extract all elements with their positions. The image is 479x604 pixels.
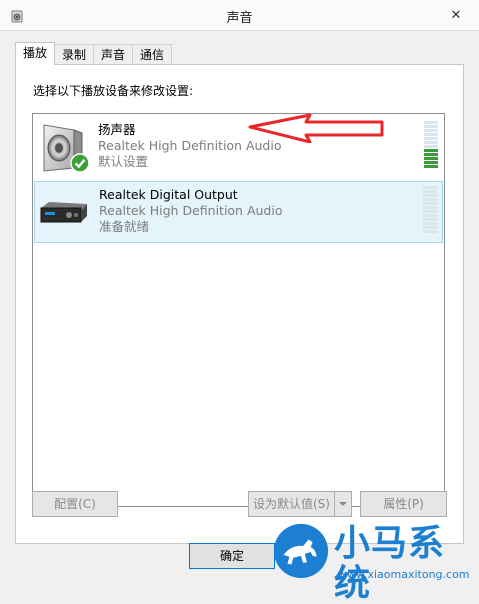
watermark-url: www.xiaomaxitong.com — [338, 568, 470, 581]
level-meter-segment — [423, 202, 437, 205]
level-meter — [424, 121, 438, 169]
chevron-down-icon — [339, 502, 347, 506]
red-arrow-annotation — [248, 113, 384, 143]
level-meter-segment — [423, 230, 437, 233]
level-meter-segment — [424, 137, 438, 140]
level-meter-segment — [423, 194, 437, 197]
tab-sounds[interactable]: 声音 — [93, 44, 134, 64]
level-meter-segment — [423, 198, 437, 201]
playback-panel: 选择以下播放设备来修改设置: 扬声器 Realtek High Definiti… — [15, 64, 464, 544]
level-meter-segment — [424, 161, 438, 164]
instruction-text: 选择以下播放设备来修改设置: — [33, 84, 194, 98]
set-default-dropdown-button[interactable] — [334, 491, 352, 517]
tab-playback[interactable]: 播放 — [15, 42, 56, 65]
tab-recording[interactable]: 录制 — [54, 44, 95, 64]
window-title: 声音 — [226, 11, 253, 26]
window-body: 播放 录制 声音 通信 选择以下播放设备来修改设置: 扬声器 Realtek H… — [0, 30, 479, 589]
device-driver: Realtek High Definition Audio — [99, 203, 283, 218]
horse-logo-icon — [273, 523, 329, 579]
level-meter-segment — [423, 226, 437, 229]
level-meter-segment — [424, 141, 438, 144]
level-meter-segment — [424, 121, 438, 124]
configure-button[interactable]: 配置(C) — [32, 491, 118, 517]
level-meter-segment — [423, 190, 437, 193]
level-meter-segment — [423, 186, 437, 189]
watermark-brand: 小马系统 — [334, 523, 446, 604]
device-name: Realtek Digital Output — [99, 187, 238, 202]
ok-button[interactable]: 确定 — [189, 543, 275, 569]
device-status: 默认设置 — [98, 154, 149, 169]
level-meter-segment — [424, 149, 438, 152]
level-meter-segment — [423, 214, 437, 217]
level-meter-segment — [424, 133, 438, 136]
level-meter-segment — [424, 153, 438, 156]
title-bar: 声音 ✕ — [0, 0, 479, 30]
device-list[interactable]: 扬声器 Realtek High Definition Audio 默认设置 R… — [32, 113, 445, 507]
watermark: 小马系统 www.xiaomaxitong.com — [268, 518, 479, 604]
level-meter-segment — [424, 125, 438, 128]
device-text-digital-output: Realtek Digital Output Realtek High Defi… — [99, 187, 282, 235]
level-meter-segment — [424, 157, 438, 160]
level-meter-segment — [424, 145, 438, 148]
level-meter-segment — [423, 206, 437, 209]
level-meter-segment — [424, 165, 438, 168]
level-meter-segment — [423, 222, 437, 225]
level-meter — [423, 186, 437, 234]
set-default-button[interactable]: 设为默认值(S) — [248, 491, 335, 517]
tab-communications[interactable]: 通信 — [132, 44, 173, 64]
digital-output-icon — [40, 202, 87, 223]
default-check-icon — [70, 153, 90, 173]
device-status: 准备就绪 — [99, 219, 150, 234]
level-meter-segment — [423, 210, 437, 213]
level-meter-segment — [423, 218, 437, 221]
close-icon: ✕ — [450, 7, 462, 23]
device-item-digital-output[interactable]: Realtek Digital Output Realtek High Defi… — [34, 181, 443, 243]
level-meter-segment — [424, 129, 438, 132]
properties-button[interactable]: 属性(P) — [360, 491, 447, 517]
close-button[interactable]: ✕ — [433, 0, 479, 30]
tab-strip: 播放 录制 声音 通信 — [15, 42, 173, 65]
